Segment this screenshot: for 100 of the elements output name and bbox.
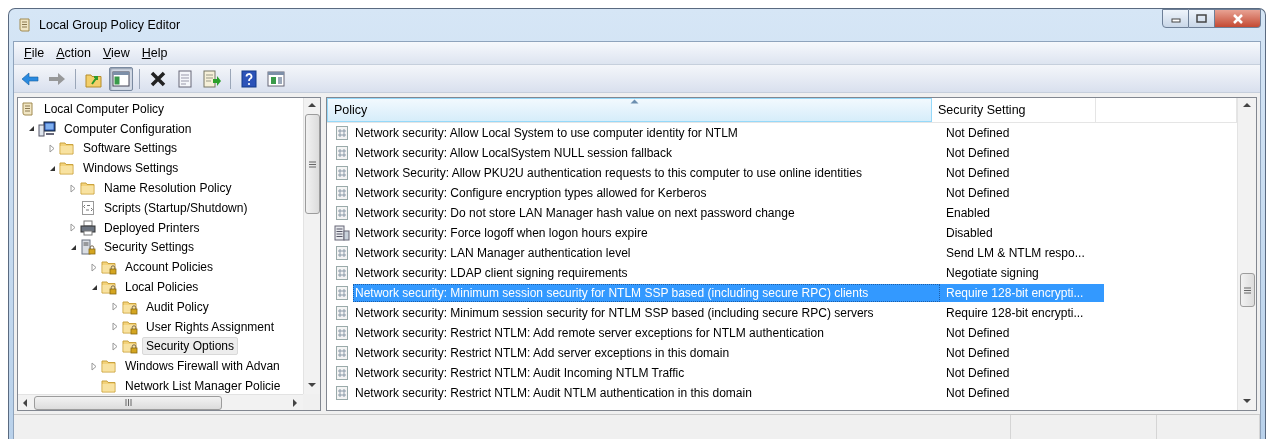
collapsed-arrow-icon[interactable] — [112, 322, 118, 332]
computer-icon — [38, 120, 56, 137]
document-arrow-icon — [203, 69, 221, 88]
scroll-up-icon — [307, 102, 317, 110]
collapsed-arrow-icon[interactable] — [112, 341, 118, 351]
close-icon — [149, 69, 167, 88]
menu-item[interactable]: View — [96, 44, 136, 62]
scroll-thumb[interactable] — [34, 395, 222, 410]
document-icon — [177, 69, 193, 88]
policy-cell[interactable]: Network security: Minimum session security for NTLM SSP based (including secure RPC) servers — [353, 304, 940, 322]
setting-cell[interactable]: Not Defined — [940, 364, 1104, 382]
setting-cell[interactable]: Negotiate signing — [940, 264, 1104, 282]
server-lock-icon — [80, 239, 96, 256]
menu-item[interactable]: File — [18, 44, 51, 62]
minimize-button[interactable] — [1162, 9, 1189, 28]
policy-setting-icon — [334, 325, 350, 341]
menu-item[interactable]: Action — [50, 44, 97, 62]
policy-cell[interactable]: Network security: Allow Local System to use computer identity for NTLM — [353, 124, 940, 142]
menu-item[interactable]: Help — [135, 44, 174, 62]
tree-item[interactable]: Account Policies — [121, 258, 218, 277]
collapsed-arrow-icon[interactable] — [112, 302, 118, 312]
close-icon — [1231, 13, 1244, 24]
policy-setting-icon — [334, 205, 350, 221]
policy-setting-icon — [334, 265, 350, 281]
policy-cell[interactable]: Network security: Restrict NTLM: Audit Incoming NTLM Traffic — [353, 364, 940, 382]
tree-item[interactable]: Security Options — [142, 337, 239, 356]
collapsed-arrow-icon[interactable] — [91, 262, 97, 272]
printer-icon — [80, 219, 96, 236]
tree-item[interactable]: Audit Policy — [142, 297, 213, 316]
collapsed-arrow-icon[interactable] — [70, 223, 76, 233]
expanded-arrow-icon[interactable] — [69, 243, 77, 251]
policy-cell[interactable]: Network security: Do not store LAN Manager hash value on next password change — [353, 204, 940, 222]
policy-cell[interactable]: Network security: Restrict NTLM: Add server exceptions in this domain — [353, 344, 940, 362]
sort-arrow-icon — [629, 99, 639, 104]
policy-cell[interactable]: Network security: Allow LocalSystem NULL session fallback — [353, 144, 940, 162]
setting-cell[interactable]: Not Defined — [940, 344, 1104, 362]
tree-item[interactable]: Local Policies — [121, 278, 203, 297]
tree-item[interactable]: Software Settings — [79, 139, 182, 158]
policy-cell[interactable]: Network security: Restrict NTLM: Add remote server exceptions for NTLM authentication — [353, 324, 940, 342]
scroll-thumb[interactable] — [1239, 273, 1255, 307]
setting-cell[interactable]: Require 128-bit encrypti... — [940, 304, 1104, 322]
policy-cell[interactable]: Network Security: Allow PKU2U authentication requests to this computer to use online identities — [353, 164, 940, 182]
locked-folder-icon — [122, 298, 138, 315]
policy-setting-icon — [334, 365, 350, 381]
console-tree-button[interactable] — [109, 66, 133, 91]
setting-cell[interactable]: Not Defined — [940, 324, 1104, 342]
setting-cell[interactable]: Not Defined — [940, 124, 1104, 142]
grip-icon — [124, 399, 132, 406]
folder-icon — [59, 160, 75, 177]
tree-item[interactable]: Deployed Printers — [100, 218, 204, 237]
setting-cell[interactable]: Not Defined — [940, 164, 1104, 182]
collapsed-arrow-icon[interactable] — [70, 183, 76, 193]
policy-setting-icon — [334, 125, 350, 141]
setting-cell[interactable]: Enabled — [940, 204, 1104, 222]
close-button[interactable] — [1215, 9, 1261, 28]
locked-folder-icon — [122, 318, 138, 335]
window-title: Local Group Policy Editor — [39, 18, 181, 32]
setting-cell[interactable]: Not Defined — [940, 184, 1104, 202]
expanded-arrow-icon[interactable] — [27, 125, 35, 133]
horizontal-scrollbar[interactable] — [18, 394, 303, 410]
policy-setting-icon — [334, 345, 350, 361]
policy-cell[interactable]: Network security: Configure encryption types allowed for Kerberos — [353, 184, 940, 202]
expanded-arrow-icon[interactable] — [48, 164, 56, 172]
policy-setting-icon — [334, 385, 350, 401]
grip-icon — [308, 160, 316, 168]
locked-folder-icon — [122, 338, 138, 355]
tree-item[interactable]: User Rights Assignment — [142, 317, 279, 336]
setting-cell[interactable]: Disabled — [940, 224, 1104, 242]
setting-cell[interactable]: Not Defined — [940, 384, 1104, 402]
policy-cell[interactable]: Network security: LAN Manager authentication level — [353, 244, 940, 262]
tree-item[interactable]: Local Computer Policy — [40, 99, 169, 118]
policy-cell[interactable]: Network security: Restrict NTLM: Audit NTLM authentication in this domain — [353, 384, 940, 402]
scroll-down-icon — [1242, 398, 1252, 406]
policy-cell[interactable]: Network security: Force logoff when logon hours expire — [353, 224, 940, 242]
locked-folder-icon — [101, 279, 117, 296]
collapsed-arrow-icon[interactable] — [49, 144, 55, 153]
tree-item[interactable]: Windows Firewall with Advan — [121, 357, 284, 376]
scroll-up-icon — [1242, 102, 1252, 110]
tree-item[interactable]: Name Resolution Policy — [100, 179, 236, 198]
maximize-button[interactable] — [1189, 9, 1215, 28]
policy-cell[interactable]: Network security: LDAP client signing requirements — [353, 264, 940, 282]
tree-item[interactable]: Computer Configuration — [60, 119, 196, 138]
expanded-arrow-icon[interactable] — [90, 283, 98, 291]
folder-icon — [59, 140, 75, 157]
setting-cell[interactable]: Send LM & NTLM respo... — [940, 244, 1104, 262]
vertical-scrollbar[interactable] — [303, 98, 320, 394]
vertical-scrollbar[interactable] — [1237, 98, 1256, 410]
policy-setting-icon — [334, 185, 350, 201]
locked-folder-icon — [101, 259, 117, 276]
tree-item[interactable]: Security Settings — [100, 238, 199, 257]
column-header[interactable]: Policy — [327, 98, 932, 122]
pane-icon — [267, 70, 285, 87]
tree-item[interactable]: Windows Settings — [79, 159, 183, 178]
scroll-thumb[interactable] — [304, 114, 320, 214]
tree-item[interactable]: Network List Manager Policie — [121, 377, 285, 394]
policy-setting-icon — [334, 285, 350, 301]
collapsed-arrow-icon[interactable] — [91, 361, 97, 371]
left-arrow-icon — [21, 70, 39, 87]
setting-cell[interactable]: Not Defined — [940, 144, 1104, 162]
tree-item[interactable]: Scripts (Startup/Shutdown) — [100, 198, 252, 217]
